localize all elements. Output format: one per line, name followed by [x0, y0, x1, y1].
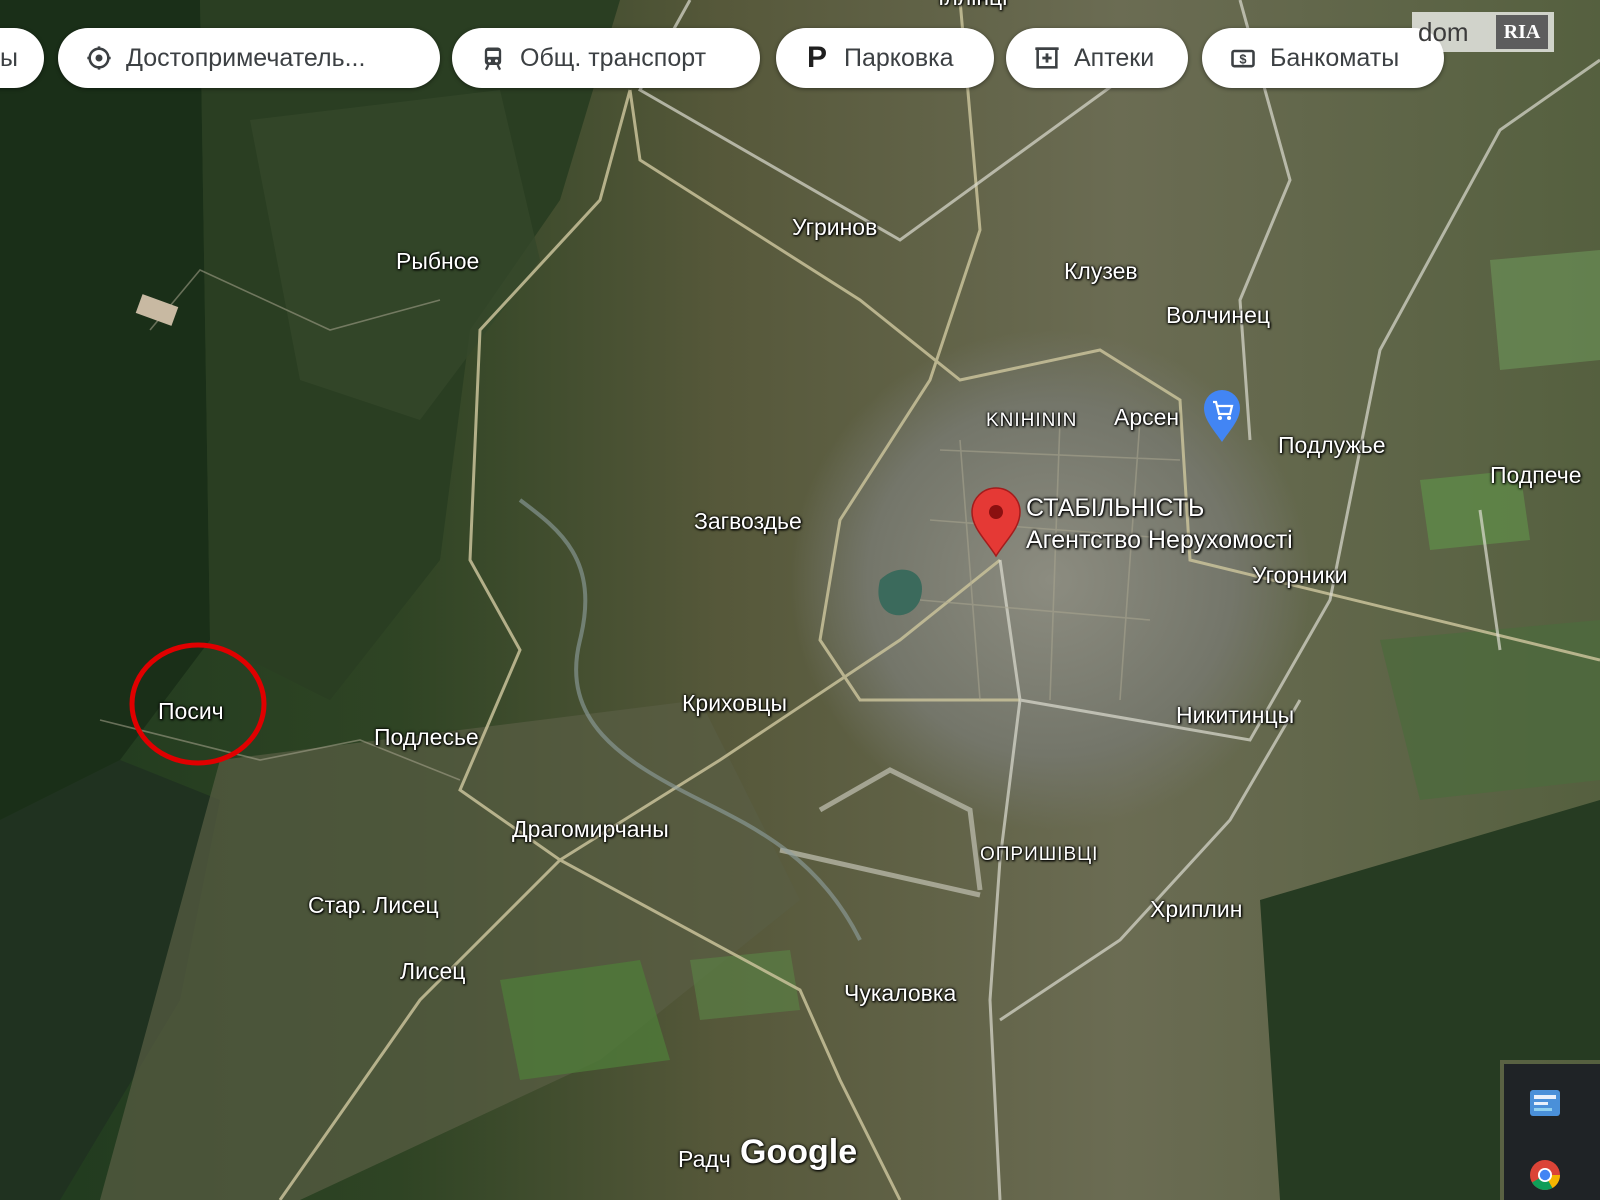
place-label: Криховцы — [682, 690, 787, 716]
place-label: Арсен — [1114, 404, 1180, 430]
place-label: Драгомирчаны — [512, 816, 669, 842]
place-label: Хриплин — [1150, 896, 1243, 922]
landmark-icon — [84, 43, 114, 73]
place-label: Подлесье — [374, 724, 479, 750]
place-label: Рыбное — [396, 248, 480, 274]
chip-landmarks-label: Достопримечатель... — [126, 43, 366, 72]
marker-label[interactable]: СТАБІЛЬНІСТЬ Агентство Нерухомості — [1026, 492, 1293, 556]
chip-partial-label: ы — [0, 43, 18, 72]
chrome-icon[interactable] — [1528, 1158, 1562, 1192]
place-label: Угринов — [792, 214, 878, 240]
watermark-ria: RIA — [1496, 15, 1548, 49]
chip-atms-label: Банкоматы — [1270, 43, 1400, 72]
chip-landmarks[interactable]: Достопримечатель... — [58, 28, 440, 88]
place-label: Стар. Лисец — [308, 892, 439, 918]
place-label: Волчинец — [1166, 302, 1271, 328]
taskbar — [1504, 1064, 1600, 1200]
place-label: Подлужье — [1278, 432, 1386, 458]
app-icon[interactable] — [1528, 1086, 1562, 1120]
place-label: Угорники — [1252, 562, 1348, 588]
marker-subtitle: Агентство Нерухомості — [1026, 526, 1293, 554]
place-label: Загвоздье — [694, 508, 802, 534]
chip-parking-label: Парковка — [844, 43, 954, 72]
domria-watermark: dom RIA — [1412, 12, 1554, 52]
place-label: Никитинцы — [1176, 702, 1295, 728]
chip-pharmacies[interactable]: Аптеки — [1006, 28, 1188, 88]
chip-parking[interactable]: P Парковка — [776, 28, 994, 88]
svg-text:$: $ — [1239, 51, 1246, 66]
place-label: KNIHININ — [986, 410, 1078, 431]
place-label: ОПРИШІВЦІ — [980, 844, 1099, 865]
place-label: Радч — [678, 1146, 731, 1172]
watermark-dom: dom — [1418, 16, 1469, 47]
chip-transit-label: Общ. транспорт — [520, 43, 707, 72]
satellite-map[interactable] — [0, 0, 1600, 1200]
place-label: Подпече — [1490, 462, 1582, 488]
place-label: Лисец — [400, 958, 466, 984]
place-label: Чукаловка — [844, 980, 957, 1006]
place-label: Посич — [158, 698, 224, 724]
marker-title: СТАБІЛЬНІСТЬ — [1026, 494, 1205, 522]
place-label: Клузев — [1064, 258, 1138, 284]
pharmacy-icon — [1032, 43, 1062, 73]
transit-icon — [478, 43, 508, 73]
parking-icon: P — [806, 41, 827, 74]
google-logo: Google — [740, 1133, 858, 1171]
chip-transit[interactable]: Общ. транспорт — [452, 28, 760, 88]
chip-atms[interactable]: $ Банкоматы — [1202, 28, 1444, 88]
atm-icon: $ — [1228, 43, 1258, 73]
place-label: Іллінці — [938, 0, 1007, 11]
chip-pharmacies-label: Аптеки — [1074, 43, 1155, 72]
